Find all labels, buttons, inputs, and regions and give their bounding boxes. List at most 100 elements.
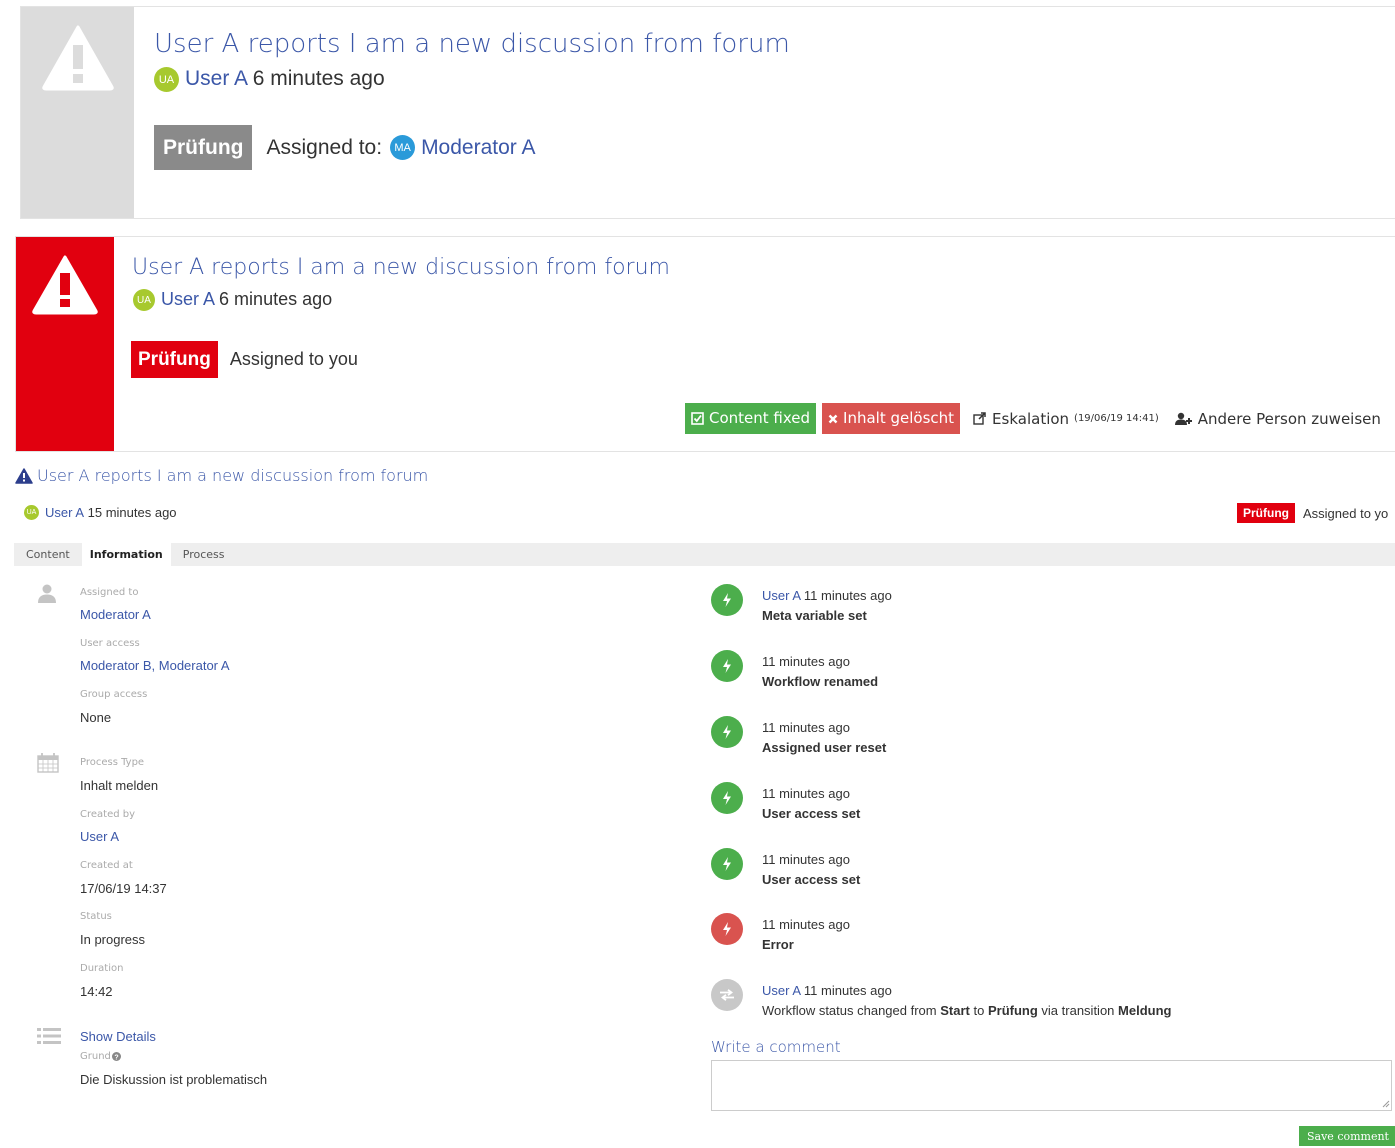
- bolt-icon: [723, 922, 731, 936]
- tab-information[interactable]: Information: [81, 543, 171, 566]
- activity-success-icon: [711, 584, 743, 616]
- calendar-icon: [37, 753, 59, 773]
- bolt-icon: [723, 791, 731, 805]
- group-access-value: None: [80, 710, 112, 725]
- detail-tabs: Content Information Process: [14, 543, 1395, 566]
- timestamp: 15 minutes ago: [87, 505, 177, 520]
- assigned-label: Assigned to:: [266, 135, 383, 159]
- duration-value: 14:42: [80, 984, 113, 999]
- reassign-button[interactable]: Andere Person zuweisen: [1174, 409, 1381, 428]
- tab-process[interactable]: Process: [171, 543, 231, 566]
- activity-time: 11 minutes ago: [762, 786, 850, 801]
- avatar: UA: [154, 67, 179, 92]
- user-access-link[interactable]: Moderator B, Moderator A: [80, 658, 230, 673]
- assignment-info: Assigned to: MA Moderator A: [266, 135, 535, 160]
- transition-name: Meldung: [1118, 1003, 1172, 1018]
- card-status-strip: [16, 237, 114, 451]
- detail-title-link[interactable]: User A reports I am a new discussion fro…: [37, 466, 428, 485]
- timestamp: 6 minutes ago: [219, 289, 333, 309]
- comment-input[interactable]: [711, 1060, 1392, 1111]
- duration-label: Duration: [80, 963, 124, 974]
- bolt-icon: [723, 659, 731, 673]
- author-link[interactable]: User A: [45, 505, 84, 520]
- assigned-to-label: Assigned to: [80, 587, 139, 598]
- transition-to-word: to: [973, 1003, 985, 1018]
- status-label: Status: [80, 911, 112, 922]
- created-at-label: Created at: [80, 860, 133, 871]
- process-type-label: Process Type: [80, 757, 145, 768]
- assignment-info: Assigned to yo: [1303, 505, 1389, 521]
- created-by-label: Created by: [80, 809, 136, 820]
- assignee-link[interactable]: Moderator A: [421, 136, 535, 160]
- show-details-link[interactable]: Show Details: [80, 1029, 156, 1044]
- status-row: Prüfung Assigned to: MA Moderator A: [154, 125, 535, 170]
- content-fixed-button[interactable]: Content fixed: [685, 403, 817, 434]
- warning-icon: [42, 25, 114, 91]
- task-title-link[interactable]: User A reports I am a new discussion fro…: [132, 255, 670, 280]
- resize-handle-icon[interactable]: [1382, 1100, 1390, 1108]
- status-row: Prüfung Assigned to you: [131, 341, 358, 378]
- reason-value: Die Diskussion ist problematisch: [80, 1072, 268, 1087]
- process-type-value: Inhalt melden: [80, 778, 159, 793]
- activity-error-icon: [711, 913, 743, 945]
- activity-time: 11 minutes ago: [762, 720, 850, 735]
- activity-time: 11 minutes ago: [803, 983, 892, 998]
- activity-text: Error: [762, 937, 794, 952]
- activity-text: Workflow renamed: [762, 674, 879, 689]
- status-badge: Prüfung: [154, 125, 253, 170]
- reassign-label: Andere Person zuweisen: [1197, 409, 1381, 428]
- escalation-label: Eskalation: [992, 409, 1070, 428]
- content-deleted-label: Inhalt gelöscht: [843, 409, 955, 427]
- transition-to: Prüfung: [987, 1003, 1038, 1018]
- activity-meta: User A 11 minutes ago: [762, 588, 892, 603]
- activity-text: Assigned user reset: [762, 740, 887, 755]
- detail-status: Prüfung Assigned to yo: [1237, 503, 1388, 523]
- user-access-label: User access: [80, 638, 140, 649]
- author-link[interactable]: User A: [185, 67, 247, 90]
- svg-text:?: ?: [114, 1054, 118, 1061]
- activity-user-link[interactable]: User A: [762, 588, 800, 603]
- status-badge: Prüfung: [1237, 503, 1295, 523]
- status-badge: Prüfung: [131, 341, 218, 378]
- task-byline: UA User A 6 minutes ago: [154, 67, 385, 92]
- detail-byline: UA User A 15 minutes ago: [24, 505, 177, 520]
- user-icon: [38, 584, 56, 603]
- avatar: MA: [390, 135, 416, 160]
- activity-text: User access set: [762, 872, 861, 887]
- author-link[interactable]: User A: [161, 289, 214, 309]
- created-at-value: 17/06/19 14:37: [80, 881, 167, 896]
- status-value: In progress: [80, 932, 146, 947]
- task-card-assigned-you: User A reports I am a new discussion fro…: [15, 236, 1395, 452]
- share-icon: [973, 412, 986, 425]
- tab-content[interactable]: Content: [14, 543, 76, 566]
- help-icon[interactable]: ?: [111, 1052, 121, 1061]
- assigned-to-link[interactable]: Moderator A: [80, 607, 151, 622]
- transition-prefix: Workflow status changed from: [762, 1003, 937, 1018]
- avatar: UA: [24, 505, 39, 520]
- exchange-icon: [720, 989, 734, 1001]
- task-actions: Content fixed Inhalt gelöscht Eskalation…: [685, 403, 1381, 434]
- warning-icon: [32, 255, 98, 315]
- card-status-strip: [21, 7, 134, 218]
- activity-user-link[interactable]: User A: [762, 983, 800, 998]
- comment-label: Write a comment: [711, 1038, 841, 1056]
- escalation-button[interactable]: Eskalation (19/06/19 14:41): [973, 410, 1159, 428]
- list-icon: [37, 1028, 61, 1044]
- task-byline: UA User A 6 minutes ago: [133, 289, 333, 312]
- bolt-icon: [723, 725, 731, 739]
- activity-text: Meta variable set: [762, 608, 867, 623]
- activity-success-icon: [711, 782, 743, 814]
- save-comment-button[interactable]: Save comment: [1299, 1126, 1395, 1146]
- task-card-assigned-other: User A reports I am a new discussion fro…: [20, 6, 1395, 219]
- activity-time: 11 minutes ago: [762, 852, 850, 867]
- check-square-icon: [691, 412, 704, 425]
- escalation-date: (19/06/19 14:41): [1074, 413, 1159, 424]
- content-deleted-button[interactable]: Inhalt gelöscht: [822, 403, 961, 434]
- reason-label-wrap: Grund ?: [80, 1051, 121, 1062]
- timestamp: 6 minutes ago: [252, 67, 385, 91]
- created-by-link[interactable]: User A: [80, 829, 119, 844]
- user-plus-icon: [1174, 412, 1192, 425]
- assignment-info: Assigned to you: [229, 349, 358, 369]
- task-title-link[interactable]: User A reports I am a new discussion fro…: [154, 29, 790, 59]
- bolt-icon: [723, 857, 731, 871]
